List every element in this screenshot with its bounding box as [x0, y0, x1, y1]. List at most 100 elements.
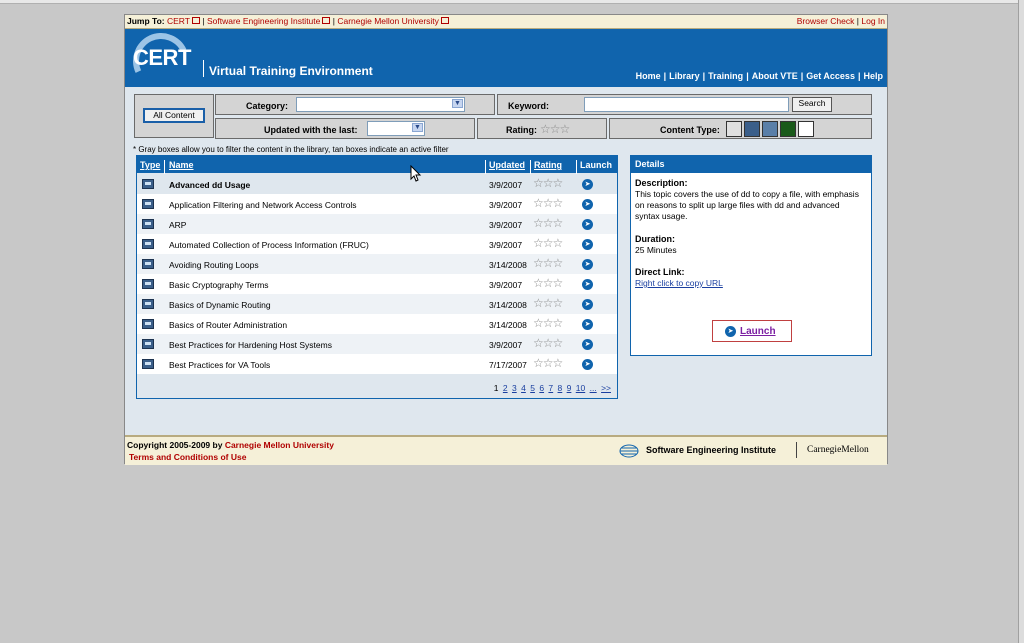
row-name[interactable]: ARP: [169, 220, 186, 230]
table-row[interactable]: Avoiding Routing Loops 3/14/2008 ☆☆☆ ➤: [137, 254, 617, 274]
content-type-icon: [142, 259, 154, 269]
nav-home[interactable]: Home: [636, 71, 661, 81]
launch-icon[interactable]: ➤: [582, 299, 593, 310]
direct-link[interactable]: Right click to copy URL: [635, 278, 723, 288]
row-name[interactable]: Automated Collection of Process Informat…: [169, 240, 369, 250]
row-rating-stars[interactable]: ☆☆☆: [533, 316, 563, 330]
row-rating-stars[interactable]: ☆☆☆: [533, 336, 563, 350]
page-link[interactable]: ...: [590, 383, 597, 393]
table-row[interactable]: Basic Cryptography Terms 3/9/2007 ☆☆☆ ➤: [137, 274, 617, 294]
library-table: Type Name Updated Rating Launch Advanced…: [136, 155, 618, 399]
link-browser-check[interactable]: Browser Check: [797, 16, 855, 26]
updated-select[interactable]: ▼: [367, 121, 425, 136]
row-name[interactable]: Avoiding Routing Loops: [169, 260, 259, 270]
all-content-button[interactable]: All Content: [143, 108, 205, 123]
site-title: Virtual Training Environment: [209, 64, 373, 78]
page-link[interactable]: 9: [567, 383, 572, 393]
row-rating-stars[interactable]: ☆☆☆: [533, 176, 563, 190]
row-name[interactable]: Basics of Router Administration: [169, 320, 287, 330]
terms-link[interactable]: Terms and Conditions of Use: [129, 452, 246, 462]
main-content: All Content Category: ▼ Keyword: Search …: [125, 87, 887, 435]
nav-get-access[interactable]: Get Access: [806, 71, 855, 81]
content-type-label: Content Type:: [660, 125, 720, 135]
row-name[interactable]: Basics of Dynamic Routing: [169, 300, 271, 310]
row-rating-stars[interactable]: ☆☆☆: [533, 276, 563, 290]
footer-cmu-link[interactable]: Carnegie Mellon University: [225, 440, 334, 450]
col-rating[interactable]: Rating: [534, 160, 562, 170]
launch-icon[interactable]: ➤: [582, 279, 593, 290]
row-name[interactable]: Best Practices for VA Tools: [169, 360, 270, 370]
chevron-down-icon[interactable]: ▼: [452, 99, 463, 108]
book-icon[interactable]: [726, 121, 742, 137]
launch-icon[interactable]: ➤: [582, 219, 593, 230]
nav-help[interactable]: Help: [863, 71, 883, 81]
page-link[interactable]: 5: [530, 383, 535, 393]
table-row[interactable]: Best Practices for Hardening Host System…: [137, 334, 617, 354]
table-row[interactable]: Advanced dd Usage 3/9/2007 ☆☆☆ ➤: [137, 174, 617, 194]
launch-icon[interactable]: ➤: [582, 259, 593, 270]
content-type-icon: [142, 279, 154, 289]
category-select[interactable]: ▼: [296, 97, 465, 112]
row-name[interactable]: Best Practices for Hardening Host System…: [169, 340, 332, 350]
table-row[interactable]: Application Filtering and Network Access…: [137, 194, 617, 214]
keyword-input[interactable]: [584, 97, 789, 112]
link-cert[interactable]: CERT: [167, 16, 190, 26]
rating-filter-stars[interactable]: ☆☆☆: [540, 122, 570, 136]
col-name[interactable]: Name: [169, 160, 194, 170]
launch-icon[interactable]: ➤: [582, 179, 593, 190]
col-type[interactable]: Type: [140, 160, 160, 170]
nav-about[interactable]: About VTE: [752, 71, 798, 81]
table-row[interactable]: Automated Collection of Process Informat…: [137, 234, 617, 254]
row-name[interactable]: Basic Cryptography Terms: [169, 280, 269, 290]
chevron-down-icon[interactable]: ▼: [412, 123, 423, 132]
launch-button[interactable]: ➤ Launch: [712, 320, 792, 342]
page-link[interactable]: 10: [576, 383, 585, 393]
col-updated[interactable]: Updated: [489, 160, 525, 170]
cert-logo[interactable]: CERT: [133, 45, 191, 71]
sei-logo[interactable]: Software Engineering Institute: [646, 445, 776, 455]
nav-training[interactable]: Training: [708, 71, 743, 81]
link-cmu[interactable]: Carnegie Mellon University: [337, 16, 439, 26]
table-row[interactable]: Basics of Router Administration 3/14/2008…: [137, 314, 617, 334]
details-title: Details: [631, 156, 871, 173]
search-button[interactable]: Search: [792, 97, 832, 112]
table-row[interactable]: Basics of Dynamic Routing 3/14/2008 ☆☆☆ ➤: [137, 294, 617, 314]
video-icon[interactable]: [744, 121, 760, 137]
row-rating-stars[interactable]: ☆☆☆: [533, 196, 563, 210]
row-updated: 3/14/2008: [489, 260, 527, 270]
link-sei[interactable]: Software Engineering Institute: [207, 16, 320, 26]
table-row[interactable]: ARP 3/9/2007 ☆☆☆ ➤: [137, 214, 617, 234]
content-type-icon: [142, 179, 154, 189]
row-rating-stars[interactable]: ☆☆☆: [533, 216, 563, 230]
page-link[interactable]: 4: [521, 383, 526, 393]
launch-icon[interactable]: ➤: [582, 339, 593, 350]
page-link[interactable]: 6: [539, 383, 544, 393]
table-row[interactable]: Best Practices for VA Tools 7/17/2007 ☆☆☆ ➤: [137, 354, 617, 374]
row-name[interactable]: Advanced dd Usage: [169, 180, 250, 190]
row-rating-stars[interactable]: ☆☆☆: [533, 296, 563, 310]
page-link[interactable]: 7: [548, 383, 553, 393]
link-log-in[interactable]: Log In: [861, 16, 885, 26]
row-name[interactable]: Application Filtering and Network Access…: [169, 200, 357, 210]
terminal-icon[interactable]: [780, 121, 796, 137]
launch-icon[interactable]: ➤: [582, 319, 593, 330]
nav-library[interactable]: Library: [669, 71, 700, 81]
row-rating-stars[interactable]: ☆☆☆: [533, 256, 563, 270]
row-updated: 3/9/2007: [489, 240, 523, 250]
lab-icon[interactable]: [762, 121, 778, 137]
document-icon[interactable]: [798, 121, 814, 137]
next-pages-link[interactable]: >>: [601, 383, 611, 393]
cmu-logo[interactable]: CarnegieMellon: [807, 445, 869, 455]
page-link[interactable]: 3: [512, 383, 517, 393]
scrollbar[interactable]: [1018, 0, 1024, 643]
page-link[interactable]: 2: [503, 383, 508, 393]
launch-icon[interactable]: ➤: [582, 239, 593, 250]
content-type-icon: [142, 239, 154, 249]
launch-icon[interactable]: ➤: [582, 359, 593, 370]
row-rating-stars[interactable]: ☆☆☆: [533, 236, 563, 250]
content-type-icon: [142, 199, 154, 209]
row-rating-stars[interactable]: ☆☆☆: [533, 356, 563, 370]
page-link[interactable]: 8: [558, 383, 563, 393]
separator: |: [663, 71, 667, 81]
launch-icon[interactable]: ➤: [582, 199, 593, 210]
